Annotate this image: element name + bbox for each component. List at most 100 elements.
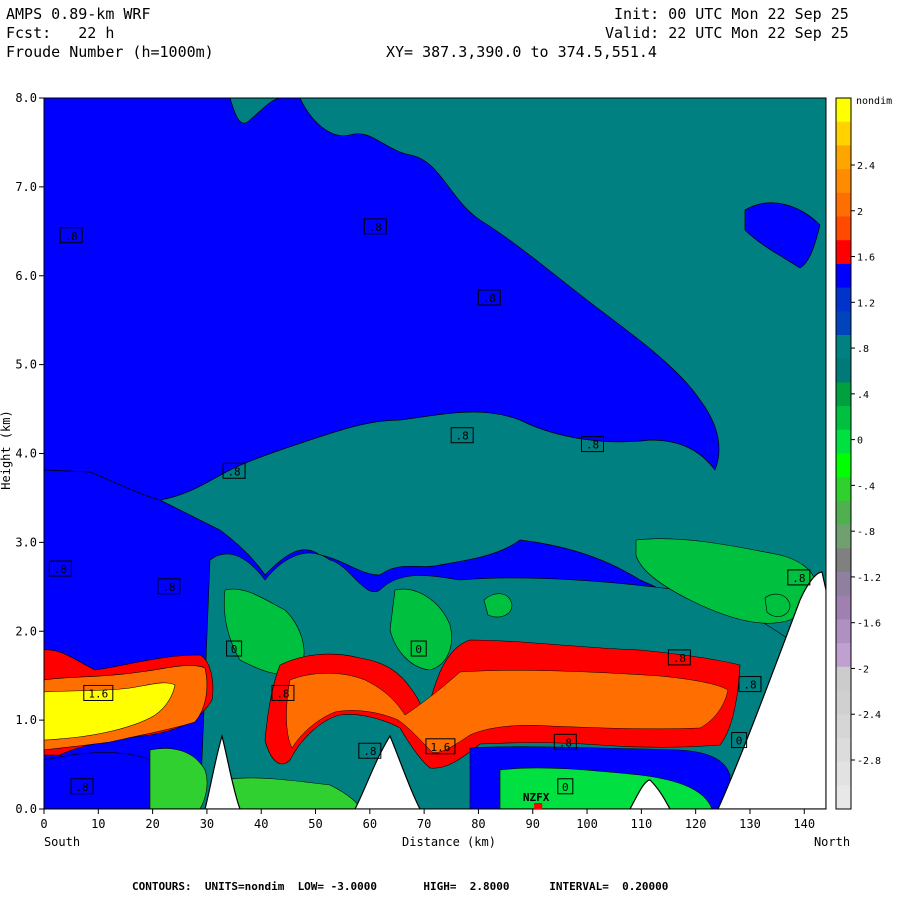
contour-label: .8 bbox=[743, 679, 756, 692]
x-axis-title: Distance (km) bbox=[402, 835, 496, 849]
colorbar-swatch bbox=[836, 240, 851, 265]
contour-label: .8 bbox=[483, 292, 496, 305]
colorbar-label: .8 bbox=[857, 344, 869, 355]
fill-green-small bbox=[483, 593, 513, 618]
colorbar-label: 0 bbox=[857, 436, 863, 447]
contour-label: 1.6 bbox=[430, 741, 450, 754]
colorbar-label: .4 bbox=[857, 390, 869, 401]
colorbar: 2.4 2 1.6 1.2 .8 .4 0 -.4 -.8 -1.2 -1.6 -2 -2.4 -2.8 bbox=[835, 97, 881, 810]
y-tick-label: 8.0 bbox=[15, 91, 37, 105]
colorbar-swatch bbox=[836, 500, 851, 526]
x-tick-label: 130 bbox=[739, 817, 761, 831]
colorbar-unit: nondim bbox=[856, 96, 892, 107]
contour-label: .8 bbox=[65, 230, 78, 243]
y-tick-label: 6.0 bbox=[15, 269, 37, 283]
x-tick-label: 80 bbox=[471, 817, 485, 831]
colorbar-swatch bbox=[836, 453, 851, 478]
colorbar-swatch bbox=[836, 406, 851, 431]
colorbar-swatch bbox=[836, 192, 851, 217]
colorbar-swatch bbox=[836, 287, 851, 312]
colorbar-label: 2 bbox=[857, 207, 863, 218]
y-tick-label: 3.0 bbox=[15, 535, 37, 549]
x-end-label-south: South bbox=[44, 835, 80, 849]
x-tick-label: 60 bbox=[363, 817, 377, 831]
x-axis: 0 10 20 30 40 50 60 70 80 90 100 110 120 130 140 bbox=[40, 809, 815, 831]
x-tick-label: 10 bbox=[91, 817, 105, 831]
contour-label: .8 bbox=[276, 687, 289, 700]
x-end-label-north: North bbox=[814, 835, 850, 849]
colorbar-swatch bbox=[836, 382, 851, 407]
y-tick-label: 5.0 bbox=[15, 358, 37, 372]
x-tick-label: 100 bbox=[576, 817, 598, 831]
x-tick-label: 70 bbox=[417, 817, 431, 831]
contour-label: .8 bbox=[586, 439, 599, 452]
contour-label: .8 bbox=[559, 736, 572, 749]
colorbar-label: -1.6 bbox=[857, 619, 881, 630]
x-tick-label: 30 bbox=[200, 817, 214, 831]
x-tick-label: 90 bbox=[526, 817, 540, 831]
y-tick-label: 0.0 bbox=[15, 802, 37, 816]
x-tick-label: 0 bbox=[40, 817, 47, 831]
y-tick-label: 1.0 bbox=[15, 713, 37, 727]
x-tick-label: 50 bbox=[308, 817, 322, 831]
contour-label: .8 bbox=[456, 430, 469, 443]
x-tick-label: 40 bbox=[254, 817, 268, 831]
colorbar-swatch bbox=[836, 429, 851, 454]
contour-label: 0 bbox=[415, 643, 422, 656]
colorbar-swatch bbox=[836, 714, 851, 739]
colorbar-swatch bbox=[836, 595, 851, 620]
colorbar-label: -1.2 bbox=[857, 573, 881, 584]
colorbar-swatch bbox=[836, 216, 851, 241]
contour-label: .8 bbox=[162, 581, 175, 594]
contour-label: .8 bbox=[792, 572, 805, 585]
colorbar-label: -2.8 bbox=[857, 756, 881, 767]
y-tick-label: 4.0 bbox=[15, 447, 37, 461]
colorbar-swatch bbox=[836, 737, 851, 763]
colorbar-swatch bbox=[836, 335, 851, 360]
colorbar-label: 2.4 bbox=[857, 161, 875, 172]
colorbar-swatch bbox=[836, 548, 851, 573]
x-tick-label: 140 bbox=[793, 817, 815, 831]
colorbar-swatch bbox=[836, 524, 851, 549]
contour-label: 1.6 bbox=[88, 687, 108, 700]
colorbar-swatch bbox=[836, 619, 851, 644]
colorbar-swatch bbox=[836, 690, 851, 715]
colorbar-swatch bbox=[836, 643, 851, 668]
colorbar-swatch bbox=[836, 785, 851, 810]
contour-info-footer: CONTOURS: UNITS=nondim LOW= -3.0000 HIGH… bbox=[132, 880, 669, 893]
colorbar-swatch bbox=[836, 145, 851, 170]
contour-label: .8 bbox=[673, 652, 686, 665]
y-axis: 0.0 1.0 2.0 3.0 4.0 5.0 6.0 7.0 8.0 bbox=[15, 91, 44, 816]
contour-label: 0 bbox=[231, 643, 238, 656]
froude-cross-section-chart: 0 10 20 30 40 50 60 70 80 90 100 110 120 130 140 0.01.… bbox=[0, 91, 892, 849]
colorbar-swatch bbox=[836, 169, 851, 194]
colorbar-label: -.4 bbox=[857, 481, 875, 492]
y-axis-title: Height (km) bbox=[0, 410, 13, 489]
contour-label: .8 bbox=[369, 221, 382, 234]
x-tick-label: 120 bbox=[685, 817, 707, 831]
colorbar-label: 1.2 bbox=[857, 298, 875, 309]
y-tick-label: 7.0 bbox=[15, 180, 37, 194]
contour-label: .8 bbox=[75, 781, 88, 794]
y-tick-label: 2.0 bbox=[15, 624, 37, 638]
contour-label: 0 bbox=[562, 781, 569, 794]
x-tick-label: 110 bbox=[631, 817, 653, 831]
colorbar-label: -2.4 bbox=[857, 710, 881, 721]
colorbar-swatch bbox=[836, 358, 851, 383]
colorbar-swatch bbox=[836, 311, 851, 336]
contour-label: .8 bbox=[227, 465, 240, 478]
colorbar-swatch bbox=[836, 477, 851, 502]
colorbar-label: -2 bbox=[857, 664, 869, 675]
colorbar-swatch bbox=[836, 666, 851, 691]
colorbar-swatch bbox=[836, 263, 851, 289]
contour-label: 0 bbox=[736, 735, 743, 748]
fill-green-blob-right bbox=[764, 593, 791, 617]
station-label: NZFX bbox=[523, 791, 550, 804]
contour-fill-layer bbox=[44, 98, 826, 809]
colorbar-swatch bbox=[836, 98, 851, 123]
contour-label: .8 bbox=[363, 745, 376, 758]
colorbar-swatch bbox=[836, 121, 851, 146]
colorbar-swatch bbox=[836, 761, 851, 786]
contour-label: .8 bbox=[54, 563, 67, 576]
colorbar-label: -.8 bbox=[857, 527, 875, 538]
